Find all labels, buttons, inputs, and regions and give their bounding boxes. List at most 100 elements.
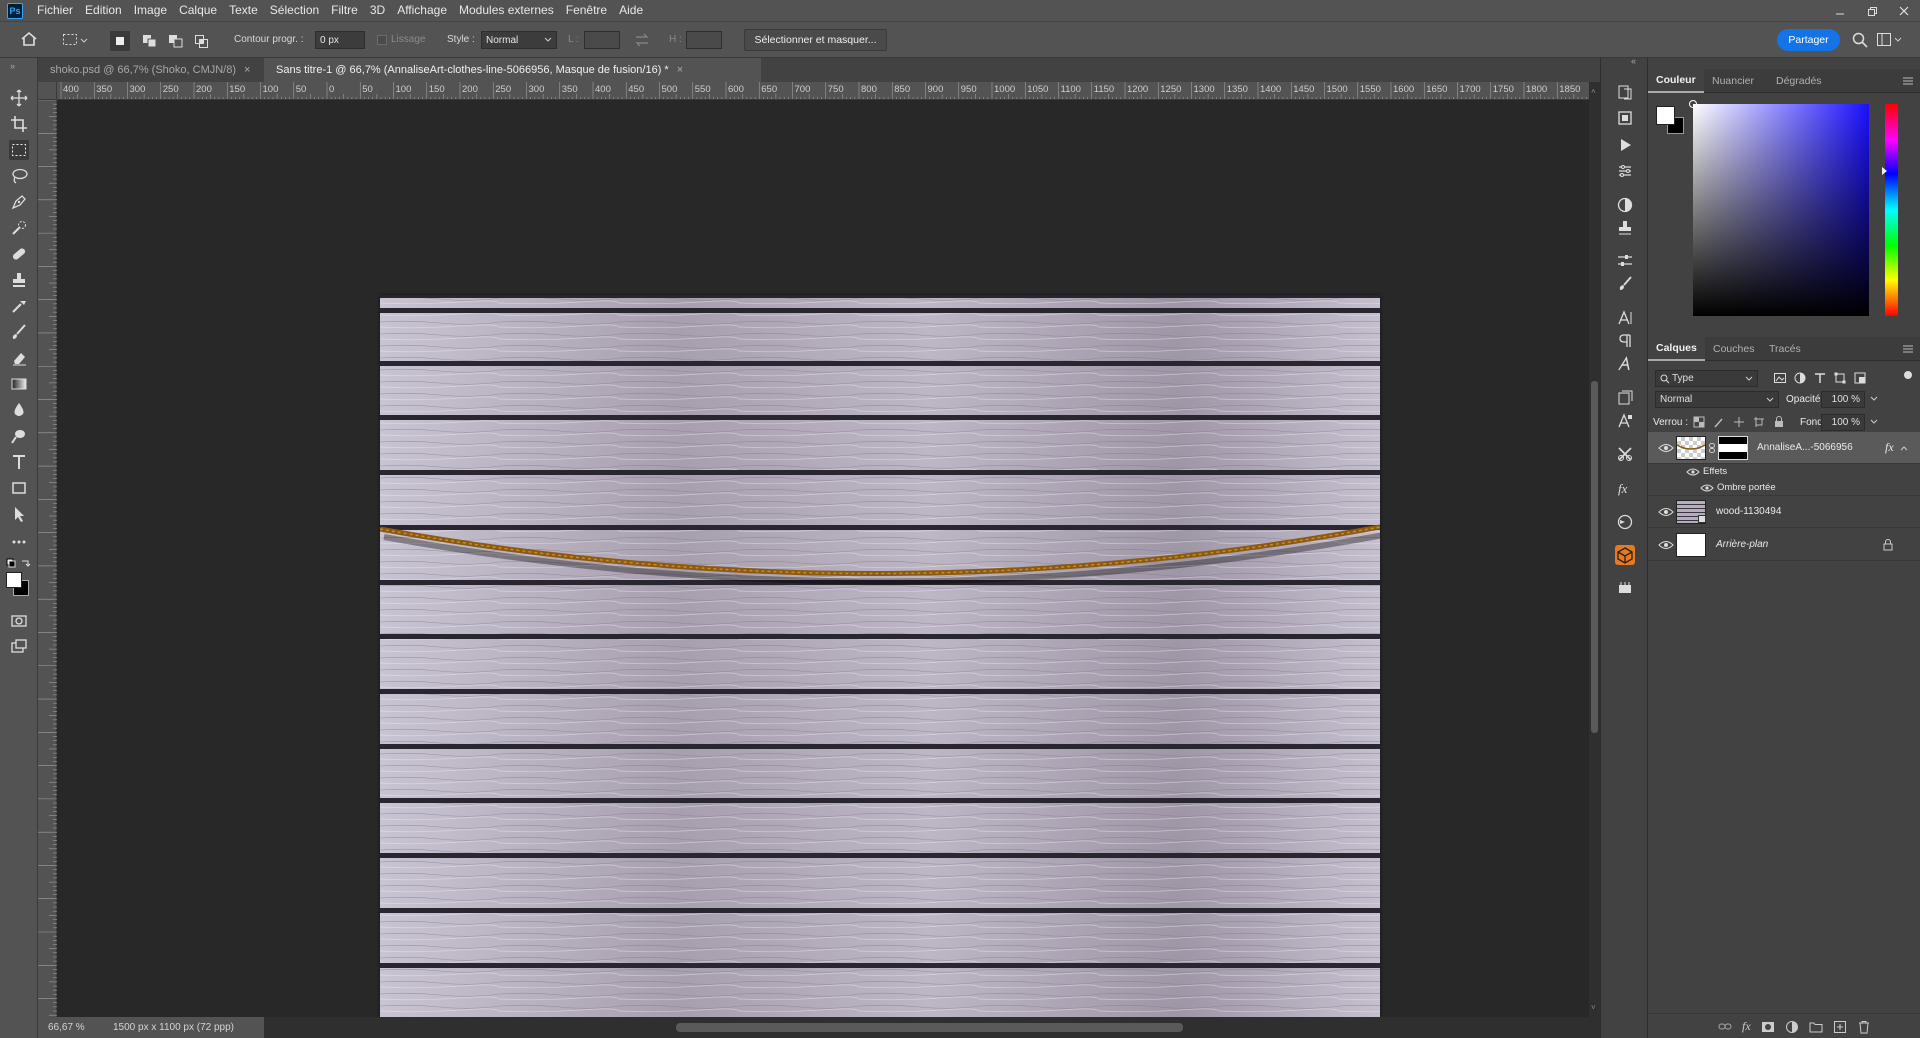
canvas-area[interactable] [57, 100, 1589, 1029]
delete-layer-icon[interactable] [1857, 1020, 1871, 1034]
smart-object-filter-icon[interactable] [1853, 371, 1867, 385]
quick-selection-tool-icon[interactable] [9, 218, 29, 238]
lock-pixels-icon[interactable] [1713, 416, 1725, 428]
blend-mode-dropdown[interactable]: Normal [1655, 391, 1779, 408]
new-group-icon[interactable] [1809, 1020, 1823, 1034]
layer-name[interactable]: AnnaliseA...-5066956 [1757, 442, 1853, 453]
tab-traces[interactable]: Tracés [1761, 337, 1809, 361]
history-icon[interactable] [1615, 82, 1635, 102]
lissage-checkbox[interactable] [377, 35, 387, 45]
menu-modules-externes[interactable]: Modules externes [453, 0, 560, 21]
chevron-down-icon[interactable] [1870, 396, 1878, 402]
add-selection-icon[interactable] [140, 31, 160, 51]
menu-edition[interactable]: Edition [79, 0, 128, 21]
document-canvas[interactable] [380, 295, 1380, 1029]
tab-shoko[interactable]: shoko.psd @ 66,7% (Shoko, CMJN/8) × [38, 58, 264, 82]
link-layers-icon[interactable] [1718, 1020, 1732, 1034]
color-picker-field[interactable] [1689, 100, 1869, 316]
collapse-dock-icon[interactable]: « [1631, 56, 1636, 66]
add-style-fx-icon[interactable]: fx [1742, 1019, 1751, 1034]
style-dropdown[interactable]: Normal [481, 31, 557, 49]
color-swatch-pair[interactable] [1656, 106, 1686, 136]
hue-slider[interactable] [1885, 104, 1898, 316]
blur-tool-icon[interactable] [9, 400, 29, 420]
intersect-selection-icon[interactable] [192, 31, 212, 51]
vertical-scrollbar[interactable]: ˄ ˅ [1589, 82, 1600, 1017]
fx-icon[interactable]: fx [1885, 440, 1894, 455]
menu-3d[interactable]: 3D [364, 0, 391, 21]
lock-icon[interactable] [1883, 539, 1893, 551]
crop-tool-icon[interactable] [9, 114, 29, 134]
menu-selection[interactable]: Sélection [264, 0, 325, 21]
lock-transparency-icon[interactable] [1693, 416, 1705, 428]
paragraph-icon[interactable] [1615, 331, 1635, 351]
actions-play-icon[interactable] [1615, 135, 1635, 155]
chevron-up-icon[interactable] [1900, 445, 1908, 451]
rectangular-marquee-tool-icon[interactable] [9, 140, 29, 160]
shape-filter-icon[interactable] [1833, 371, 1847, 385]
add-mask-icon[interactable] [1761, 1020, 1775, 1034]
visibility-eye-icon[interactable] [1658, 506, 1674, 518]
photoshop-logo[interactable]: Ps [7, 2, 23, 19]
filter-toggle[interactable] [1904, 371, 1912, 379]
properties-icon[interactable] [1615, 161, 1635, 181]
swap-icon[interactable] [634, 33, 650, 47]
adjustments-icon[interactable] [1615, 195, 1635, 215]
glyphs-icon[interactable] [1615, 354, 1635, 374]
vertical-ruler[interactable] [38, 100, 57, 1017]
panel-menu-icon[interactable] [1902, 76, 1914, 86]
lock-position-icon[interactable] [1733, 416, 1745, 428]
visibility-eye-icon[interactable] [1700, 483, 1714, 493]
contour-input[interactable]: 0 px [315, 31, 365, 49]
lock-artboard-icon[interactable] [1753, 416, 1765, 428]
close-window-icon[interactable] [1888, 0, 1920, 21]
home-icon[interactable] [20, 31, 38, 47]
color-replace-icon[interactable] [1615, 512, 1635, 532]
adjustment-filter-icon[interactable] [1793, 371, 1807, 385]
clone-stamp-tool-icon[interactable] [9, 270, 29, 290]
collapse-toolbar-icon[interactable]: » [10, 61, 15, 71]
menu-calque[interactable]: Calque [173, 0, 223, 21]
gradient-tool-icon[interactable] [9, 374, 29, 394]
height-input[interactable] [686, 31, 722, 49]
default-colors-icon[interactable] [6, 558, 32, 570]
tab-couleur[interactable]: Couleur [1648, 69, 1704, 93]
healing-brush-tool-icon[interactable] [9, 244, 29, 264]
3d-cube-icon[interactable] [1615, 545, 1635, 565]
width-input[interactable] [584, 31, 620, 49]
eyedropper-tool-icon[interactable] [9, 296, 29, 316]
tab-calques[interactable]: Calques [1648, 337, 1705, 361]
select-and-mask-button[interactable]: Sélectionner et masquer... [744, 29, 887, 51]
ruler-origin[interactable] [38, 82, 57, 100]
minimize-icon[interactable] [1824, 0, 1856, 21]
panel-menu-icon[interactable] [1902, 344, 1914, 354]
new-layer-icon[interactable] [1833, 1020, 1847, 1034]
type-tool-icon[interactable] [9, 452, 29, 472]
type-filter-icon[interactable] [1813, 371, 1827, 385]
layer-thumbnail[interactable] [1676, 436, 1706, 460]
brushes-icon[interactable] [1615, 274, 1635, 294]
close-tab-icon[interactable]: × [244, 64, 250, 76]
layer-annalise[interactable]: AnnaliseA...-5066956 fx [1648, 432, 1920, 464]
screen-mode-icon[interactable] [9, 637, 29, 657]
lock-all-icon[interactable] [1773, 416, 1785, 428]
new-adjustment-layer-icon[interactable] [1785, 1020, 1799, 1034]
scroll-down-icon[interactable]: ˅ [1591, 1003, 1596, 1012]
eraser-tool-icon[interactable] [9, 348, 29, 368]
layer-filter-dropdown[interactable]: Type [1655, 370, 1758, 387]
tab-couches[interactable]: Couches [1705, 337, 1762, 361]
share-button[interactable]: Partager [1777, 29, 1840, 51]
effects-row[interactable]: Effets [1648, 464, 1920, 480]
dodge-tool-icon[interactable] [9, 426, 29, 446]
layer-wood[interactable]: wood-1130494 [1648, 496, 1920, 528]
rectangle-tool-icon[interactable] [9, 478, 29, 498]
pen-tool-icon[interactable] [9, 192, 29, 212]
menu-fenetre[interactable]: Fenêtre [560, 0, 613, 21]
workspace-icon[interactable] [1876, 32, 1902, 48]
visibility-eye-icon[interactable] [1686, 467, 1700, 477]
pixel-filter-icon[interactable] [1773, 371, 1787, 385]
tool-presets-icon[interactable] [1615, 444, 1635, 464]
horizontal-scroll-thumb[interactable] [676, 1023, 1183, 1032]
layer-background[interactable]: Arrière-plan [1648, 529, 1920, 561]
menu-aide[interactable]: Aide [613, 0, 649, 21]
